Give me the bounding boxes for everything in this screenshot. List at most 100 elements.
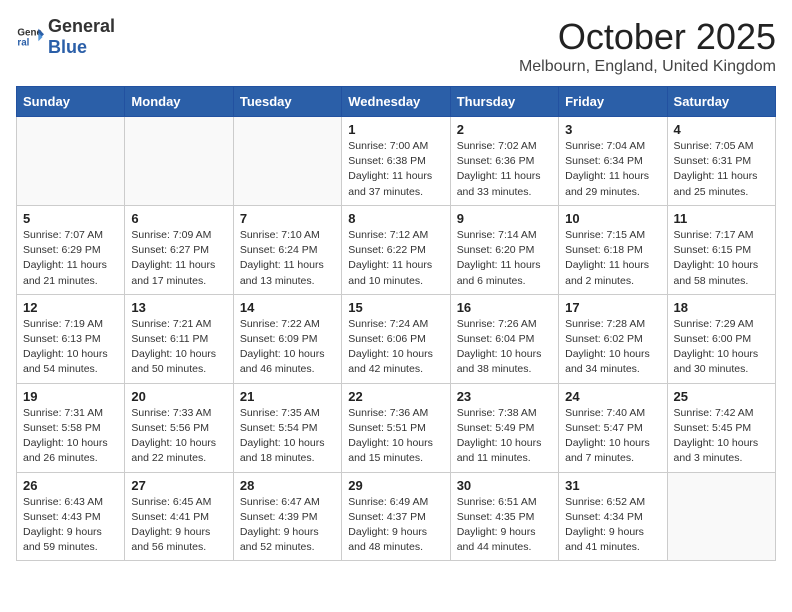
day-info-line: and 10 minutes. <box>348 275 423 287</box>
day-info-line: Daylight: 10 hours <box>674 348 759 360</box>
calendar-cell: 15Sunrise: 7:24 AMSunset: 6:06 PMDayligh… <box>342 294 450 383</box>
day-info-line: Sunrise: 6:45 AM <box>131 496 211 508</box>
day-info-line: Sunset: 4:35 PM <box>457 511 535 523</box>
day-info: Sunrise: 6:47 AMSunset: 4:39 PMDaylight:… <box>240 495 335 556</box>
day-info: Sunrise: 6:43 AMSunset: 4:43 PMDaylight:… <box>23 495 118 556</box>
day-info: Sunrise: 6:51 AMSunset: 4:35 PMDaylight:… <box>457 495 552 556</box>
header-thursday: Thursday <box>450 87 558 117</box>
title-area: October 2025 Melbourn, England, United K… <box>519 16 776 76</box>
day-number: 10 <box>565 211 660 226</box>
day-info-line: Sunrise: 7:19 AM <box>23 318 103 330</box>
day-info-line: and 54 minutes. <box>23 363 98 375</box>
calendar-cell: 19Sunrise: 7:31 AMSunset: 5:58 PMDayligh… <box>17 383 125 472</box>
day-info-line: Daylight: 10 hours <box>565 348 650 360</box>
day-info-line: Sunset: 6:24 PM <box>240 244 318 256</box>
header-wednesday: Wednesday <box>342 87 450 117</box>
calendar-cell: 23 Sunrise: 7:38 AMSunset: 5:49 PMDayligh… <box>450 383 558 472</box>
day-info-line: Sunset: 6:13 PM <box>23 333 101 345</box>
day-info-line: and 18 minutes. <box>240 452 315 464</box>
calendar-cell: 18Sunrise: 7:29 AMSunset: 6:00 PMDayligh… <box>667 294 775 383</box>
day-info-line: Sunrise: 7:07 AM <box>23 229 103 241</box>
day-info-line: Sunrise: 7:38 AM <box>457 407 537 419</box>
day-number: 29 <box>348 478 443 493</box>
calendar-cell: 26 Sunrise: 6:43 AMSunset: 4:43 PMDayligh… <box>17 472 125 561</box>
day-number: 13 <box>131 300 226 315</box>
calendar-cell: 14Sunrise: 7:22 AMSunset: 6:09 PMDayligh… <box>233 294 341 383</box>
day-info-line: Daylight: 11 hours <box>348 259 432 271</box>
day-info: Sunrise: 7:07 AM Sunset: 6:29 PM Daylight:… <box>23 228 118 289</box>
day-info: Sunrise: 7:35 AMSunset: 5:54 PMDaylight:… <box>240 406 335 467</box>
day-info-line: Sunrise: 7:40 AM <box>565 407 645 419</box>
day-info: Sunrise: 7:00 AMSunset: 6:38 PMDaylight:… <box>348 139 443 200</box>
day-info: Sunrise: 7:05 AMSunset: 6:31 PMDaylight:… <box>674 139 769 200</box>
day-info-line: Daylight: 11 hours <box>565 259 649 271</box>
day-info: Sunrise: 7:26 AMSunset: 6:04 PMDaylight:… <box>457 317 552 378</box>
day-info-line: and 58 minutes. <box>674 275 749 287</box>
day-info-line: Daylight: 11 hours <box>457 170 541 182</box>
day-info-line: Daylight: 11 hours <box>348 170 432 182</box>
calendar-cell: 24Sunrise: 7:40 AMSunset: 5:47 PMDayligh… <box>559 383 667 472</box>
day-info-line: Daylight: 10 hours <box>240 437 325 449</box>
calendar-cell: 27Sunrise: 6:45 AMSunset: 4:41 PMDayligh… <box>125 472 233 561</box>
svg-text:ral: ral <box>17 37 29 48</box>
header-sunday: Sunday <box>17 87 125 117</box>
day-info-line: Sunset: 6:38 PM <box>348 155 426 167</box>
day-number: 18 <box>674 300 769 315</box>
calendar-header-row: SundayMondayTuesdayWednesdayThursdayFrid… <box>17 87 776 117</box>
header-monday: Monday <box>125 87 233 117</box>
month-title: October 2025 <box>519 16 776 58</box>
day-info: Sunrise: 7:38 AMSunset: 5:49 PMDaylight:… <box>457 406 552 467</box>
day-info-line: Sunrise: 7:09 AM <box>131 229 211 241</box>
header-saturday: Saturday <box>667 87 775 117</box>
logo-blue: Blue <box>48 37 87 57</box>
day-info: Sunrise: 7:33 AMSunset: 5:56 PMDaylight:… <box>131 406 226 467</box>
day-info-line: and 37 minutes. <box>348 186 423 198</box>
day-number: 7 <box>240 211 335 226</box>
day-info-line: Sunset: 5:58 PM <box>23 422 101 434</box>
calendar-cell: 30Sunrise: 6:51 AMSunset: 4:35 PMDayligh… <box>450 472 558 561</box>
day-number: 23 <box>457 389 552 404</box>
day-info-line: Sunset: 5:56 PM <box>131 422 209 434</box>
day-number: 12 <box>23 300 118 315</box>
day-info-line: Sunset: 6:09 PM <box>240 333 318 345</box>
day-info-line: Daylight: 10 hours <box>348 348 433 360</box>
day-info-line: Daylight: 9 hours <box>457 526 536 538</box>
calendar-cell: 17Sunrise: 7:28 AMSunset: 6:02 PMDayligh… <box>559 294 667 383</box>
calendar-cell: 22Sunrise: 7:36 AMSunset: 5:51 PMDayligh… <box>342 383 450 472</box>
day-number: 9 <box>457 211 552 226</box>
day-info-line: Sunset: 4:41 PM <box>131 511 209 523</box>
calendar-cell: 7Sunrise: 7:10 AMSunset: 6:24 PMDaylight… <box>233 205 341 294</box>
day-number: 26 <box>23 478 118 493</box>
calendar-cell: 31Sunrise: 6:52 AMSunset: 4:34 PMDayligh… <box>559 472 667 561</box>
day-info-line: Sunset: 6:06 PM <box>348 333 426 345</box>
day-info-line: Sunset: 6:11 PM <box>131 333 208 345</box>
day-info-line: Sunset: 6:29 PM <box>23 244 101 256</box>
day-info-line: Daylight: 11 hours <box>240 259 324 271</box>
day-info-line: and 41 minutes. <box>565 541 640 553</box>
day-info-line: Sunrise: 7:04 AM <box>565 140 645 152</box>
day-info: Sunrise: 7:28 AMSunset: 6:02 PMDaylight:… <box>565 317 660 378</box>
day-info-line: Sunset: 4:37 PM <box>348 511 426 523</box>
day-info-line: Sunset: 6:34 PM <box>565 155 643 167</box>
week-row-4: 19Sunrise: 7:31 AMSunset: 5:58 PMDayligh… <box>17 383 776 472</box>
day-number: 5 <box>23 211 118 226</box>
day-info-line: Sunset: 6:00 PM <box>674 333 752 345</box>
day-info-line: and 56 minutes. <box>131 541 206 553</box>
week-row-3: 12 Sunrise: 7:19 AM Sunset: 6:13 PM Dayligh… <box>17 294 776 383</box>
day-info-line: Daylight: 10 hours <box>131 437 216 449</box>
day-info-line: and 6 minutes. <box>457 275 526 287</box>
day-info-line: and 25 minutes. <box>674 186 749 198</box>
week-row-5: 26 Sunrise: 6:43 AMSunset: 4:43 PMDayligh… <box>17 472 776 561</box>
day-info: Sunrise: 7:31 AMSunset: 5:58 PMDaylight:… <box>23 406 118 467</box>
day-info-line: Sunset: 6:27 PM <box>131 244 209 256</box>
day-info-line: and 11 minutes. <box>457 452 531 464</box>
day-number: 2 <box>457 122 552 137</box>
calendar-cell: 12Sunrise: 7:19 AMSunset: 6:13 PMDayligh… <box>17 294 125 383</box>
calendar-cell: 20Sunrise: 7:33 AMSunset: 5:56 PMDayligh… <box>125 383 233 472</box>
day-info-line: Daylight: 11 hours <box>23 259 107 271</box>
day-info-line: Daylight: 10 hours <box>674 259 759 271</box>
day-info-line: Sunset: 4:43 PM <box>23 511 101 523</box>
day-info-line: Sunrise: 6:49 AM <box>348 496 428 508</box>
calendar-cell: 11Sunrise: 7:17 AMSunset: 6:15 PMDayligh… <box>667 205 775 294</box>
calendar-cell: 3Sunrise: 7:04 AMSunset: 6:34 PMDaylight… <box>559 117 667 206</box>
